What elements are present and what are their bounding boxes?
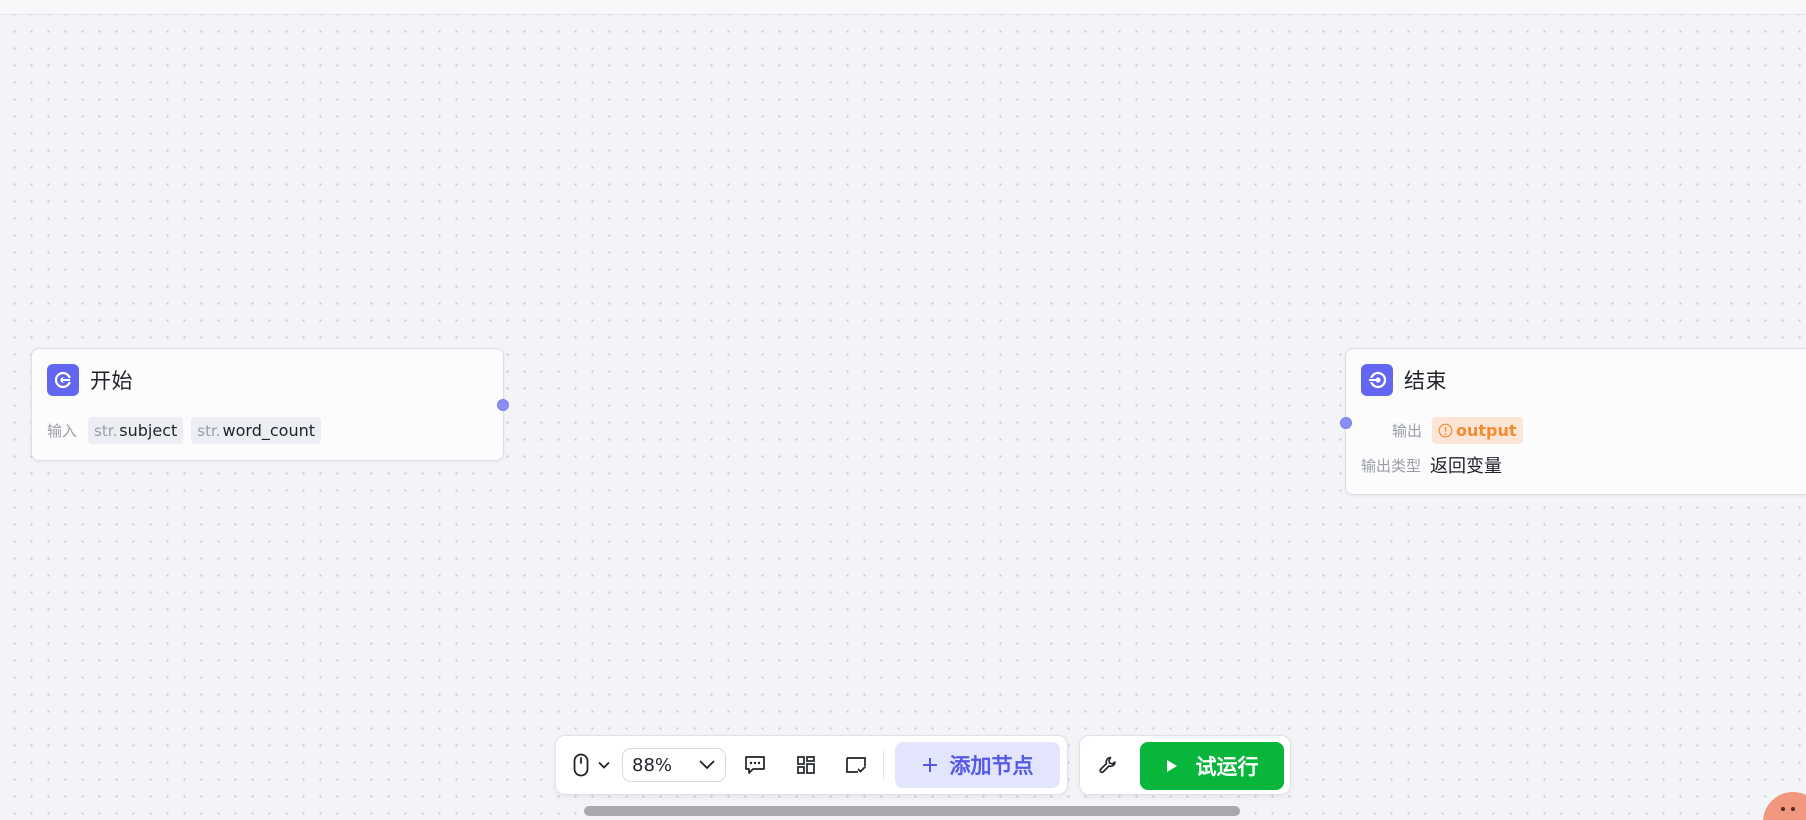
mouse-icon <box>573 753 589 777</box>
assistant-avatar[interactable] <box>1763 792 1806 820</box>
input-variable-chip: str. subject <box>88 417 184 444</box>
add-node-label: 添加节点 <box>949 754 1034 778</box>
add-node-button[interactable]: 添加节点 <box>895 742 1060 788</box>
input-label: 输入 <box>47 422 78 440</box>
comment-button[interactable] <box>738 748 772 782</box>
comment-icon <box>745 756 765 774</box>
warning-icon <box>1438 423 1453 438</box>
start-node[interactable]: 开始 输入 str. subject str. word_count <box>31 348 509 461</box>
end-node[interactable]: 结束 输出 output 输出类型 返回变量 <box>1340 348 1806 495</box>
wrench-icon <box>1099 756 1116 774</box>
chevron-down-icon <box>598 761 610 769</box>
variable-name: subject <box>119 421 178 440</box>
play-icon <box>1166 760 1177 772</box>
plus-icon <box>922 758 937 772</box>
end-node-icon <box>1361 364 1393 396</box>
minimap-button[interactable] <box>839 748 873 782</box>
test-run-button[interactable]: 试运行 <box>1140 742 1284 790</box>
start-node-title: 开始 <box>90 369 133 393</box>
input-variable-chip: str. word_count <box>191 417 322 444</box>
auto-layout-button[interactable] <box>789 748 823 782</box>
zoom-select[interactable]: 88% <box>622 748 726 782</box>
output-variable-chip: output <box>1432 417 1523 444</box>
toolbar-divider <box>883 750 884 780</box>
avatar-eye <box>1791 807 1795 811</box>
test-run-label: 试运行 <box>1195 755 1259 779</box>
end-node-input-port[interactable] <box>1340 417 1352 429</box>
top-bar <box>0 0 1806 15</box>
debug-settings-button[interactable] <box>1090 748 1126 782</box>
output-variable-name: output <box>1456 421 1517 440</box>
chevron-down-icon <box>699 760 715 770</box>
end-node-title: 结束 <box>1404 369 1447 393</box>
zoom-value: 88% <box>632 754 673 776</box>
variable-type: str. <box>94 421 118 440</box>
output-label: 输出 <box>1392 422 1423 440</box>
horizontal-scrollbar[interactable] <box>584 806 1240 816</box>
output-type-value: 返回变量 <box>1430 456 1503 477</box>
interaction-mode-button[interactable] <box>570 748 614 782</box>
start-node-icon <box>47 364 79 396</box>
run-toolbar: 试运行 <box>1079 735 1291 795</box>
variable-name: word_count <box>222 421 316 440</box>
avatar-eye <box>1781 807 1785 811</box>
start-node-output-port[interactable] <box>497 399 509 411</box>
variable-type: str. <box>197 421 221 440</box>
layout-icon <box>797 756 815 774</box>
output-type-label: 输出类型 <box>1361 456 1422 475</box>
workflow-canvas[interactable]: 开始 输入 str. subject str. word_count 结束 输出… <box>0 0 1806 820</box>
minimap-icon <box>846 757 867 773</box>
canvas-toolbar: 88% 添加节点 <box>555 735 1068 795</box>
